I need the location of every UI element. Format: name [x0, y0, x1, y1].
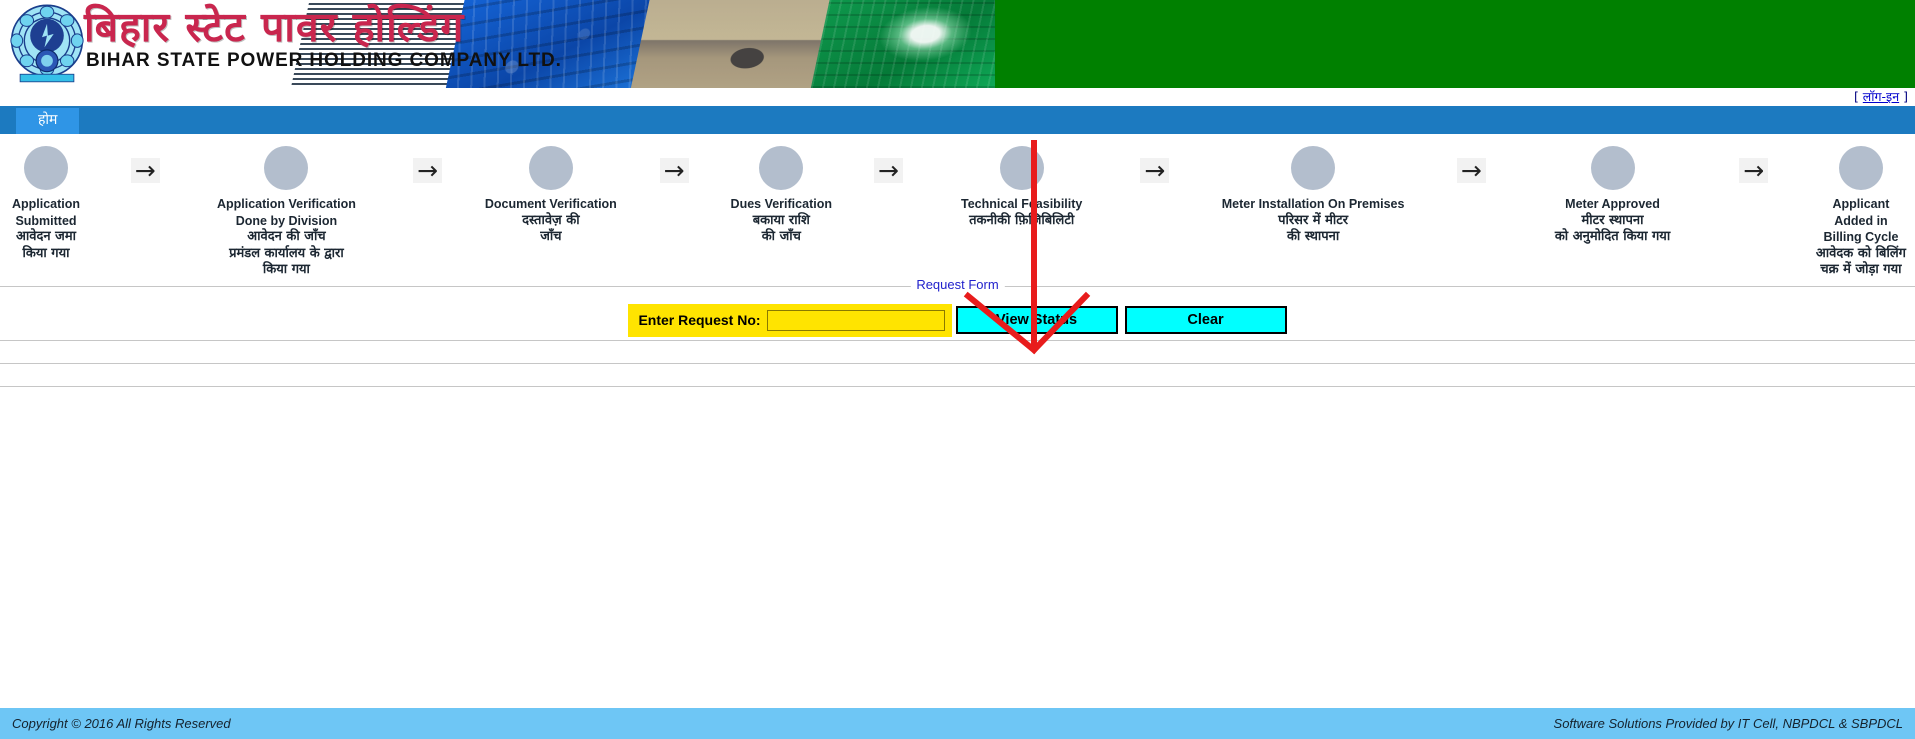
workflow-arrow-2: →: [374, 146, 480, 183]
step-status-circle: [1838, 146, 1883, 190]
workflow-step-6: Meter Installation On Premises परिसर में …: [1208, 146, 1418, 246]
arrow-right-icon: →: [130, 158, 160, 183]
workflow-arrow-7: →: [1701, 146, 1807, 183]
company-name-english: BIHAR STATE POWER HOLDING COMPANY LTD.: [86, 50, 562, 71]
bsphcl-logo-icon: [4, 2, 90, 86]
request-form-zone: Request Form Enter Request No: View Stat…: [0, 277, 1915, 706]
step-label: Application Verification Done by Division…: [198, 196, 374, 279]
request-no-input-wrapper: [766, 303, 952, 337]
login-bracket-close: ]: [1899, 89, 1908, 104]
footer-credits: Software Solutions Provided by IT Cell, …: [1553, 716, 1903, 731]
login-bracket-open: [: [1853, 89, 1863, 104]
step-status-circle: [528, 146, 573, 190]
step-label-en: Document Verification: [484, 197, 617, 211]
step-label-hi: की स्थापना: [1286, 229, 1340, 244]
arrow-right-icon: →: [874, 158, 903, 183]
step-label-en: Submitted: [15, 213, 77, 228]
empty-content-area: [0, 387, 1915, 706]
step-label-hi: को अनुमोदित किया गया: [1554, 229, 1671, 244]
request-form-fieldset: Request Form Enter Request No: View Stat…: [0, 277, 1915, 341]
step-label-en: Application Verification: [216, 197, 356, 211]
step-label-hi: दस्तावेज़ की: [522, 212, 580, 228]
step-label-hi: बकाया राशि: [752, 212, 810, 228]
workflow-step-4: Dues Verification बकाया राशि की जाँच: [727, 146, 835, 246]
page-root: बिहार स्टेट पावर होल्डिंग BIHAR STATE PO…: [0, 0, 1915, 739]
nav-tab-home[interactable]: होम: [16, 108, 80, 134]
step-label: Technical Feasibility तकनीकी फ़िज़िबिलिटी: [942, 196, 1102, 229]
request-no-input[interactable]: [766, 309, 945, 331]
workflow-step-1: Application Submitted आवेदन जमा किया गया: [0, 146, 92, 262]
lightbulb-photo: [808, 0, 995, 88]
arrow-right-icon: →: [413, 158, 443, 183]
step-label: Meter Approved मीटर स्थापना को अनुमोदित कि…: [1525, 196, 1701, 246]
request-form-legend: Request Form: [910, 277, 1005, 292]
step-label-hi: मीटर स्थापना: [1581, 212, 1644, 228]
step-label-hi: किया गया: [262, 262, 310, 277]
step-label-hi: आवेदन की जाँच: [247, 229, 326, 244]
step-label-hi: किया गया: [22, 245, 70, 261]
step-label-en: Technical Feasibility: [961, 197, 1083, 211]
step-label-en: Meter Installation On Premises: [1221, 197, 1405, 211]
step-label-en: Application: [11, 197, 81, 211]
request-no-label: Enter Request No:: [628, 303, 767, 337]
divider-gap-bottom: [0, 364, 1915, 386]
step-label-hi: प्रमंडल कार्यालय के द्वारा: [229, 245, 344, 261]
arrow-right-icon: →: [659, 158, 689, 183]
step-label-hi: की जाँच: [761, 229, 801, 244]
step-label: Dues Verification बकाया राशि की जाँच: [727, 196, 835, 246]
step-status-circle: [1291, 146, 1336, 190]
step-label: Document Verification दस्तावेज़ की जाँच: [481, 196, 621, 246]
workflow-step-5: Technical Feasibility तकनीकी फ़िज़िबिलिटी: [942, 146, 1102, 229]
company-name-hindi: बिहार स्टेट पावर होल्डिंग: [84, 3, 465, 51]
login-link[interactable]: लॉग-इन: [1863, 89, 1899, 104]
step-label-en: Applicant: [1832, 197, 1890, 211]
step-label-hi: चक्र में जोड़ा गया: [1820, 262, 1902, 277]
step-label: Meter Installation On Premises परिसर में …: [1208, 196, 1418, 246]
step-label-hi: तकनीकी फ़िज़िबिलिटी: [969, 212, 1075, 228]
footer-copyright: Copyright © 2016 All Rights Reserved: [12, 716, 231, 731]
workflow-arrow-5: →: [1102, 146, 1208, 183]
arrow-right-icon: →: [1140, 158, 1170, 183]
request-form-row: Enter Request No: View Status Clear: [12, 293, 1903, 348]
step-label-hi: आवेदन जमा: [16, 229, 76, 244]
clear-button[interactable]: Clear: [1124, 306, 1287, 335]
workflow-status-steps: Application Submitted आवेदन जमा किया गया → Ap…: [0, 134, 1915, 286]
workflow-arrow-3: →: [621, 146, 727, 183]
workflow-arrow-1: →: [92, 146, 198, 183]
step-label-en: Meter Approved: [1565, 197, 1660, 211]
workflow-step-3: Document Verification दस्तावेज़ की जाँच: [481, 146, 621, 246]
login-link-wrapper: [ लॉग-इन ]: [1854, 88, 1908, 105]
workflow-step-2: Application Verification Done by Division…: [198, 146, 374, 279]
step-status-circle: [999, 146, 1044, 190]
step-label-hi: आवेदक को बिलिंग: [1815, 245, 1906, 261]
step-label-hi: परिसर में मीटर: [1278, 212, 1349, 228]
arrow-right-icon: →: [1456, 158, 1486, 183]
step-label-en: Done by Division: [235, 213, 338, 228]
step-label: Applicant Added in Billing Cycle आवेदक को ब…: [1807, 196, 1915, 279]
workflow-arrow-4: →: [835, 146, 941, 183]
workflow-step-8: Applicant Added in Billing Cycle आवेदक को ब…: [1807, 146, 1915, 279]
workflow-step-7: Meter Approved मीटर स्थापना को अनुमोदित कि…: [1525, 146, 1701, 246]
login-strip: [ लॉग-इन ]: [0, 88, 1915, 106]
site-footer: Copyright © 2016 All Rights Reserved Sof…: [0, 708, 1915, 739]
lower-dividers: [0, 341, 1915, 387]
step-status-circle: [264, 146, 309, 190]
step-label: Application Submitted आवेदन जमा किया गया: [0, 196, 92, 262]
workflow-arrow-6: →: [1418, 146, 1524, 183]
step-label-hi: जाँच: [540, 229, 562, 244]
step-label-en: Billing Cycle: [1823, 230, 1899, 244]
step-status-circle: [759, 146, 804, 190]
main-navbar: होम: [0, 106, 1915, 134]
view-status-button[interactable]: View Status: [955, 306, 1118, 335]
step-status-circle: [1590, 146, 1635, 190]
arrow-right-icon: →: [1739, 158, 1769, 183]
step-label-en: Dues Verification: [730, 197, 832, 211]
site-header: बिहार स्टेट पावर होल्डिंग BIHAR STATE PO…: [0, 0, 1915, 88]
step-label-en: Added in: [1834, 213, 1888, 228]
step-status-circle: [24, 146, 68, 190]
